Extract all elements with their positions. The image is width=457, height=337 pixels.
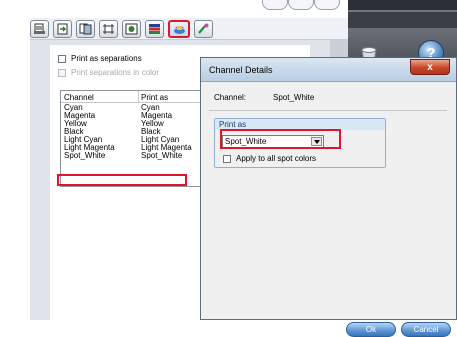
channel-cell: Spot_White bbox=[64, 151, 106, 160]
apply-all-spot-option[interactable]: Apply to all spot colors bbox=[223, 154, 316, 163]
pages-icon bbox=[79, 23, 92, 35]
column-header-channel[interactable]: Channel bbox=[64, 93, 94, 102]
layout-tab[interactable] bbox=[53, 20, 72, 38]
channel-details-dialog: Channel Details x Channel: Spot_White Pr… bbox=[200, 57, 457, 337]
print-as-separations-option[interactable]: Print as separations bbox=[58, 54, 142, 63]
close-button[interactable]: x bbox=[410, 59, 450, 75]
channel-value: Spot_White bbox=[273, 93, 315, 102]
window-tab-edge bbox=[314, 0, 340, 10]
dialog-body: Channel: Spot_White Print as Spot_White … bbox=[201, 83, 456, 337]
pages-tab[interactable] bbox=[76, 20, 95, 38]
settings-toolbar bbox=[30, 18, 348, 40]
dialog-title: Channel Details bbox=[209, 65, 273, 75]
prepress-tab[interactable] bbox=[122, 20, 141, 38]
spot-white-row-highlight bbox=[57, 174, 187, 186]
color-management-icon bbox=[149, 24, 160, 34]
close-icon: x bbox=[427, 61, 433, 73]
cancel-label: Cancel bbox=[413, 325, 439, 334]
print-in-color-checkbox bbox=[58, 68, 66, 77]
printer-page-icon bbox=[34, 23, 45, 34]
paint-tab[interactable] bbox=[194, 20, 213, 38]
ok-button[interactable]: Ok bbox=[346, 322, 396, 337]
dialog-divider bbox=[209, 110, 447, 111]
page-setup-tab[interactable] bbox=[30, 20, 49, 38]
print-as-separations-checkbox[interactable] bbox=[58, 54, 66, 63]
ok-label: Ok bbox=[365, 325, 377, 334]
marks-icon bbox=[103, 24, 114, 34]
window-tab-edge bbox=[288, 0, 314, 10]
dark-top-bar bbox=[348, 0, 457, 10]
print-as-select-highlight bbox=[220, 129, 341, 149]
channel-label: Channel: bbox=[214, 93, 247, 102]
apply-all-spot-checkbox[interactable] bbox=[223, 154, 231, 163]
dialog-title-bar[interactable]: Channel Details x bbox=[201, 58, 456, 82]
separations-tab[interactable] bbox=[168, 20, 190, 38]
print-in-color-option: Print separations in color bbox=[58, 68, 159, 77]
window-tab-edge bbox=[262, 0, 288, 10]
dark-separator bbox=[348, 10, 457, 12]
column-divider bbox=[138, 91, 139, 102]
marks-tab[interactable] bbox=[99, 20, 118, 38]
apply-all-spot-label: Apply to all spot colors bbox=[236, 154, 317, 163]
print-as-separations-label: Print as separations bbox=[71, 54, 142, 63]
print-as-cell: Spot_White bbox=[141, 151, 183, 160]
color-tab[interactable] bbox=[145, 20, 164, 38]
column-header-print-as[interactable]: Print as bbox=[141, 93, 168, 102]
brush-icon bbox=[198, 23, 209, 34]
top-strip bbox=[30, 0, 348, 18]
print-in-color-label: Print separations in color bbox=[71, 68, 160, 77]
cancel-button[interactable]: Cancel bbox=[401, 322, 451, 337]
arrow-page-icon bbox=[57, 23, 68, 35]
separations-icon bbox=[173, 26, 185, 34]
prepress-icon bbox=[125, 23, 138, 35]
